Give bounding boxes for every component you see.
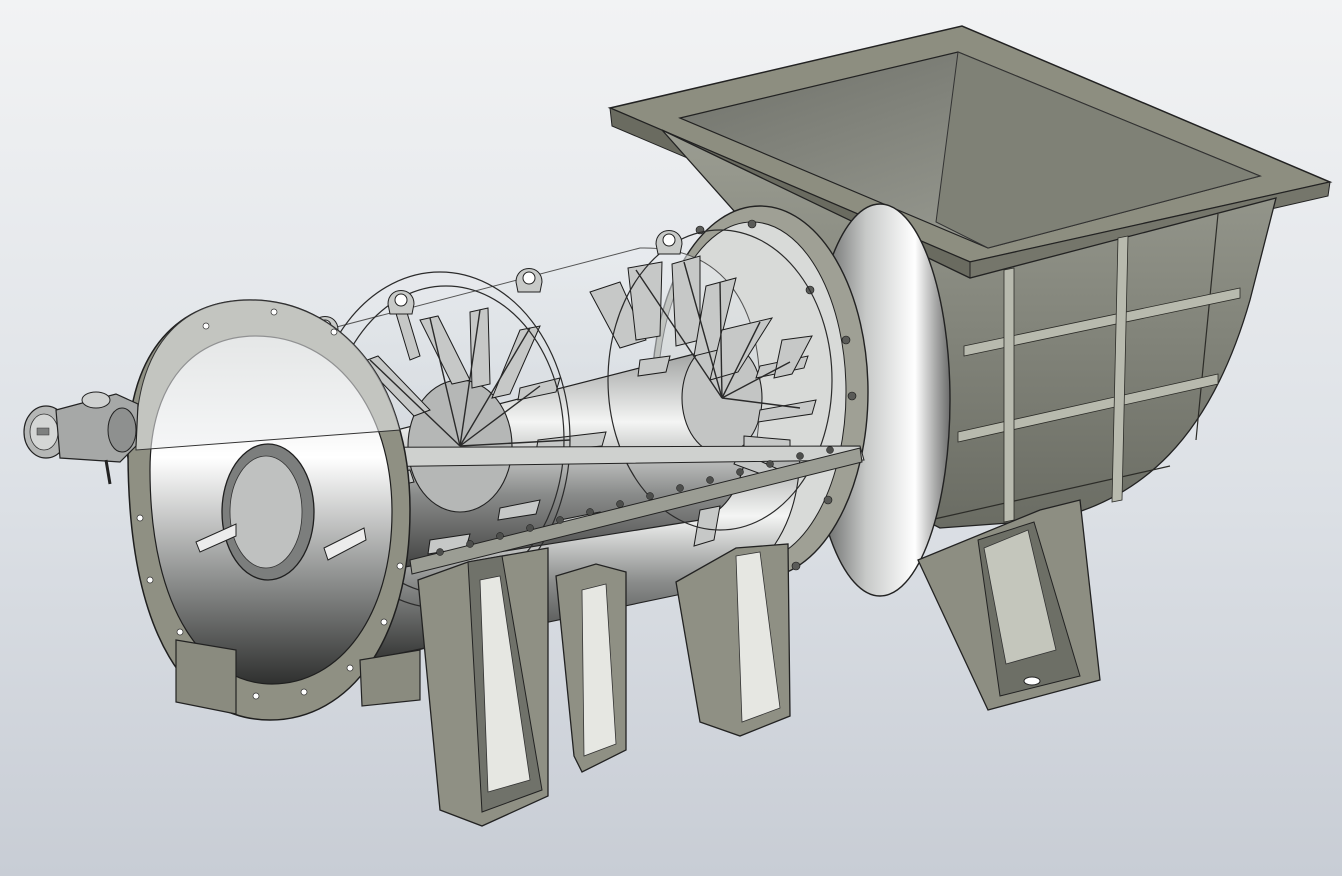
cad-viewport[interactable] <box>0 0 1342 876</box>
leg-bolt-hole <box>1023 676 1041 686</box>
motor-nameplate <box>36 427 50 436</box>
front-end-plate[interactable] <box>127 299 411 721</box>
gearbox-top-boss <box>81 391 111 409</box>
side-support-leg-3[interactable] <box>675 543 791 737</box>
gearbox-coupling <box>107 407 137 453</box>
model-canvas[interactable] <box>0 0 1342 876</box>
side-support-leg-2[interactable] <box>555 563 627 773</box>
shaft-cap-face <box>229 455 303 569</box>
gearbox-drain <box>104 459 112 485</box>
hopper-support-leg[interactable] <box>917 499 1101 711</box>
side-support-leg-1[interactable] <box>417 547 549 827</box>
drive-gearbox[interactable] <box>23 391 139 485</box>
